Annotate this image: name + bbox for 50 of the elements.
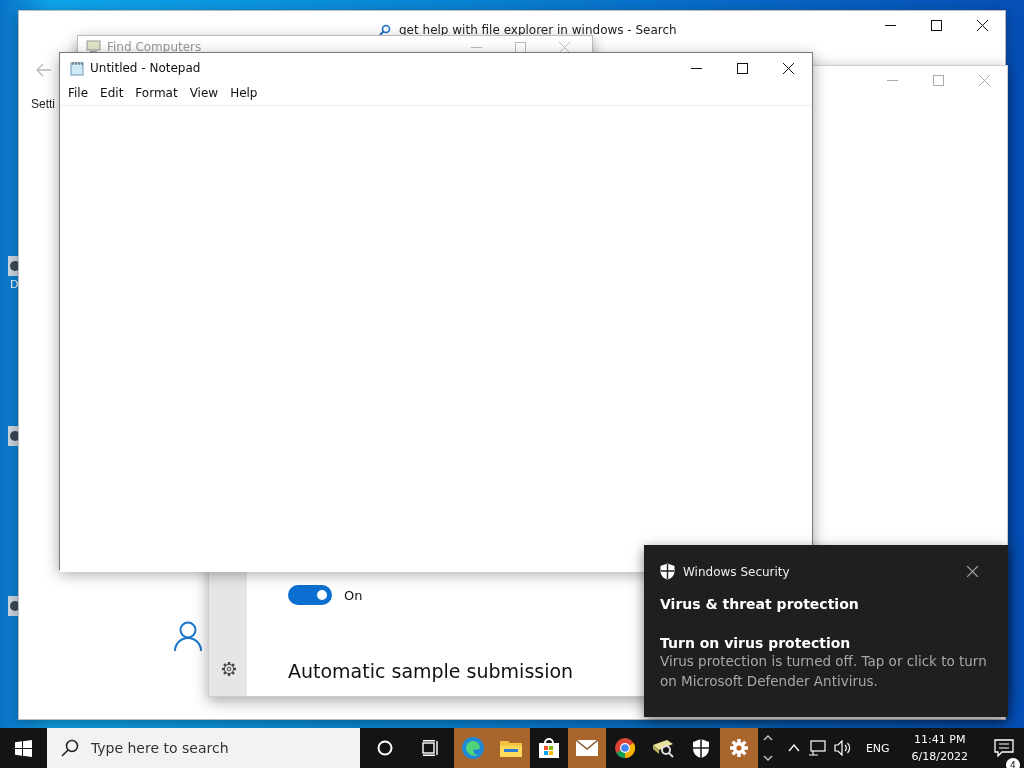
windows-logo-icon[interactable] (14, 739, 32, 757)
folder-icon[interactable] (498, 738, 523, 758)
menu-item[interactable]: Edit (94, 85, 130, 105)
circle-icon[interactable] (376, 740, 393, 756)
toast-title: Virus & threat protection (660, 596, 860, 612)
search-icon (379, 24, 391, 36)
notepad-icon (70, 60, 84, 76)
toggle-label: On (344, 587, 363, 603)
language-indicator[interactable]: ENG (859, 741, 896, 755)
page-text: Setti (31, 97, 55, 111)
shield-icon[interactable] (692, 737, 711, 759)
menu-item[interactable]: Format (129, 85, 184, 105)
notification-count-badge: 4 (1006, 758, 1020, 768)
toast-subtitle: Turn on virus protection (660, 635, 852, 651)
gear-icon[interactable] (728, 737, 751, 759)
close-icon[interactable] (967, 566, 978, 577)
taskbar-app[interactable] (567, 728, 606, 768)
taskbar-app[interactable] (453, 728, 492, 768)
close-icon[interactable] (783, 62, 794, 74)
close-icon[interactable] (977, 20, 988, 31)
chevron-up-icon[interactable] (763, 735, 774, 741)
taskbar-app[interactable] (720, 728, 759, 768)
scanner-icon[interactable] (651, 737, 676, 759)
toggle-switch[interactable] (288, 585, 332, 605)
chrome-icon[interactable] (614, 737, 636, 759)
maximize-icon[interactable] (931, 20, 942, 31)
search-placeholder: Type here to search (90, 740, 229, 756)
task-view-icon[interactable] (421, 740, 440, 756)
window-title: Untitled - Notepad (90, 61, 202, 75)
computer-icon (86, 40, 101, 54)
section-heading: Automatic sample submission (288, 660, 574, 682)
mail-icon[interactable] (574, 739, 599, 757)
toast-message: Virus protection is turned off. Tap or click to turn on Microsoft Defender Antivirus. (660, 652, 988, 691)
menu-item[interactable]: File (62, 85, 95, 105)
notification-toast[interactable]: Windows Security Virus & threat protection Turn on virus protection Virus protection is turned off. Tap or click to turn on Microsoft Defender Antivirus. (644, 545, 1008, 717)
search-field[interactable]: Type here to search (46, 728, 360, 768)
network-icon[interactable] (807, 740, 826, 756)
person-icon[interactable] (174, 621, 202, 651)
desktop-icon-label: D (10, 278, 19, 291)
menu-item[interactable]: Help (224, 85, 264, 105)
volume-icon[interactable] (833, 740, 852, 756)
notifications-icon[interactable] (994, 739, 1014, 757)
window-title: Find Computers (107, 40, 203, 54)
search-icon (60, 739, 79, 757)
settings-icon[interactable] (221, 661, 237, 677)
maximize-icon[interactable] (737, 62, 748, 74)
menu-item[interactable]: View (183, 85, 225, 105)
store-icon[interactable] (537, 737, 560, 759)
clock[interactable]: 11:41 PM 6/18/2022 (903, 731, 976, 765)
chevron-down-icon[interactable] (763, 755, 774, 761)
